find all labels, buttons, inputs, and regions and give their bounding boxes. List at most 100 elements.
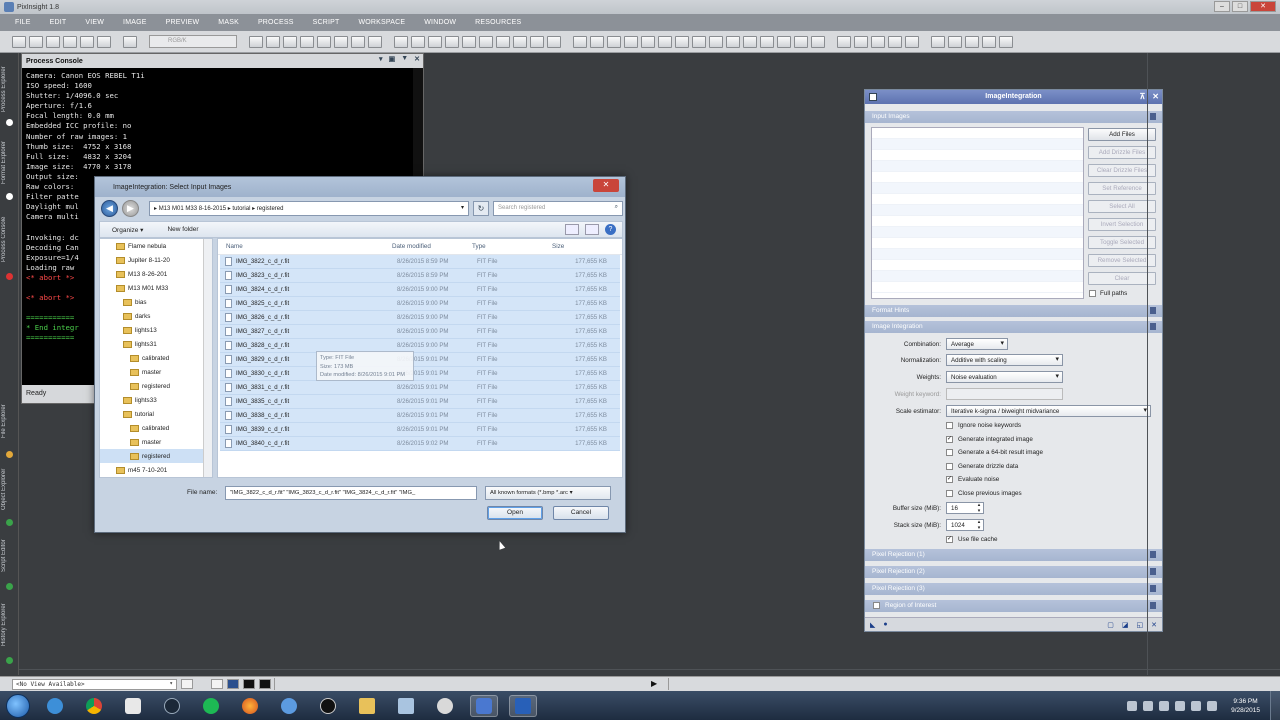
file-row[interactable]: IMG_3830_c_d_r.fit 8/26/2015 9:01 PM FIT F… xyxy=(220,367,620,381)
new-folder-button[interactable]: New folder xyxy=(167,226,198,233)
dialog-taskbar-icon[interactable] xyxy=(509,694,537,717)
zoom-out-icon[interactable] xyxy=(283,35,297,48)
menu-process[interactable]: PROCESS xyxy=(258,19,313,26)
file-row[interactable]: IMG_3828_c_d_r.fit 8/26/2015 9:00 PM FIT F… xyxy=(220,339,620,353)
file-row[interactable]: IMG_3829_c_d_r.fit 8/26/2015 9:01 PM FIT F… xyxy=(220,353,620,367)
organize-button[interactable]: Organize ▾ xyxy=(112,226,143,234)
full-paths-checkbox[interactable] xyxy=(1089,290,1096,297)
tree-item[interactable]: bias xyxy=(100,295,212,309)
mask-5-icon[interactable] xyxy=(641,35,655,48)
tab-process-explorer[interactable]: Process Explorer xyxy=(1,59,18,119)
mask-12-icon[interactable] xyxy=(760,35,774,48)
tree-item[interactable]: lights13 xyxy=(100,323,212,337)
zoom-in-icon[interactable] xyxy=(266,35,280,48)
section-toggle-icon[interactable] xyxy=(1150,323,1156,330)
section-toggle-icon[interactable] xyxy=(1150,551,1156,558)
internet-explorer-icon[interactable] xyxy=(41,695,69,717)
file-row[interactable]: IMG_3825_c_d_r.fit 8/26/2015 9:00 PM FIT F… xyxy=(220,297,620,311)
stack-size-spinbox[interactable]: 1024 xyxy=(946,519,984,531)
app-power-icon[interactable] xyxy=(431,695,459,717)
section-format-hints[interactable]: Format Hints xyxy=(865,305,1162,317)
file-row[interactable]: IMG_3823_c_d_r.fit 8/26/2015 8:59 PM FIT F… xyxy=(220,269,620,283)
full-screen-icon[interactable] xyxy=(547,35,561,48)
tab-script-editor[interactable]: Script Editor xyxy=(1,531,18,581)
menu-file[interactable]: FILE xyxy=(15,19,50,26)
zoom-fit-icon[interactable] xyxy=(428,35,442,48)
tray-app-icon[interactable] xyxy=(1143,700,1154,711)
file-row[interactable]: IMG_3831_c_d_r.fit 8/26/2015 9:01 PM FIT F… xyxy=(220,381,620,395)
menu-workspace[interactable]: WORKSPACE xyxy=(358,19,424,26)
file-row[interactable]: IMG_3826_c_d_r.fit 8/26/2015 9:00 PM FIT F… xyxy=(220,311,620,325)
view-mode-3-icon[interactable] xyxy=(243,679,255,689)
zoom-minus-icon[interactable] xyxy=(411,35,425,48)
invert-selection-button[interactable]: Invert Selection xyxy=(1088,218,1156,231)
file-row[interactable]: IMG_3838_c_d_r.fit 8/26/2015 9:01 PM FIT F… xyxy=(220,409,620,423)
help-icon[interactable]: ? xyxy=(605,224,616,235)
tree-item[interactable]: Jupiter 8-11-20 xyxy=(100,253,212,267)
mask-7-icon[interactable] xyxy=(675,35,689,48)
tree-item[interactable]: tutorial xyxy=(100,407,212,421)
screen-1-icon[interactable] xyxy=(931,35,945,48)
preview-pane-icon[interactable] xyxy=(585,224,599,235)
refresh-button[interactable]: ↻ xyxy=(473,200,489,216)
chrome-icon[interactable] xyxy=(80,695,108,717)
toggle-selected-button[interactable]: Toggle Selected xyxy=(1088,236,1156,249)
zoom-icon[interactable] xyxy=(394,35,408,48)
tree-item[interactable]: master xyxy=(100,435,212,449)
screen-3-icon[interactable] xyxy=(965,35,979,48)
undo-all-icon[interactable] xyxy=(46,35,60,48)
address-dropdown-icon[interactable]: ▾ xyxy=(461,204,464,211)
clock[interactable]: 9:36 PM 9/28/2015 xyxy=(1231,697,1260,715)
close-button[interactable]: ✕ xyxy=(1250,1,1276,12)
file-explorer-icon[interactable] xyxy=(353,695,381,717)
panel-close-icon[interactable]: ✕ xyxy=(1152,90,1159,104)
tree-item[interactable]: darks xyxy=(100,309,212,323)
add-files-button[interactable]: Add Files xyxy=(1088,128,1156,141)
mask-6-icon[interactable] xyxy=(658,35,672,48)
screen-2-icon[interactable] xyxy=(948,35,962,48)
media-player-icon[interactable] xyxy=(119,695,147,717)
redo-icon[interactable] xyxy=(29,35,43,48)
zoom-2-icon[interactable] xyxy=(462,35,476,48)
section-pixel-rejection-2[interactable]: Pixel Rejection (2) xyxy=(865,566,1162,578)
redo-all-icon[interactable] xyxy=(63,35,77,48)
tray-app-icon[interactable] xyxy=(1159,700,1170,711)
option-checkbox[interactable]: ✓ xyxy=(946,476,953,483)
file-row[interactable]: IMG_3839_c_d_r.fit 8/26/2015 9:01 PM FIT F… xyxy=(220,423,620,437)
select-all-button[interactable]: Select All xyxy=(1088,200,1156,213)
reset-icon[interactable]: ✕ xyxy=(1151,621,1157,629)
color-mode-icon[interactable] xyxy=(123,35,137,48)
close-panel-icon[interactable]: ✕ xyxy=(414,55,420,63)
stf-1-icon[interactable] xyxy=(837,35,851,48)
section-toggle-icon[interactable] xyxy=(1150,585,1156,592)
clear-button[interactable]: Clear xyxy=(1088,272,1156,285)
app-dark-icon[interactable] xyxy=(314,695,342,717)
file-row[interactable]: IMG_3824_c_d_r.fit 8/26/2015 9:00 PM FIT F… xyxy=(220,283,620,297)
file-row[interactable]: IMG_3840_c_d_r.fit 8/26/2015 9:02 PM FIT F… xyxy=(220,437,620,451)
view-selector[interactable]: <No View Available> ▾ xyxy=(12,678,177,690)
file-row[interactable]: IMG_3827_c_d_r.fit 8/26/2015 9:00 PM FIT F… xyxy=(220,325,620,339)
screen-4-icon[interactable] xyxy=(982,35,996,48)
view-options-icon[interactable] xyxy=(565,224,579,235)
breadcrumb-part[interactable]: tutorial xyxy=(232,206,250,212)
mask-15-icon[interactable] xyxy=(811,35,825,48)
menu-resources[interactable]: RESOURCES xyxy=(475,19,540,26)
open-button[interactable]: Open xyxy=(487,506,543,520)
pixinsight-taskbar-icon[interactable] xyxy=(470,694,498,717)
view-mode-2-icon[interactable] xyxy=(227,679,239,689)
channel-combo[interactable]: RGB/K xyxy=(149,35,237,48)
weights-select[interactable]: Noise evaluation xyxy=(946,371,1063,383)
mask-14-icon[interactable] xyxy=(794,35,808,48)
menu-window[interactable]: WINDOW xyxy=(424,19,475,26)
column-name[interactable]: Name xyxy=(218,243,392,250)
zoom-1-icon[interactable] xyxy=(445,35,459,48)
combination-select[interactable]: Average xyxy=(946,338,1008,350)
zoom-3-icon[interactable] xyxy=(479,35,493,48)
option-checkbox[interactable]: ✓ xyxy=(946,435,953,443)
tab-format-explorer[interactable]: Format Explorer xyxy=(1,133,18,191)
panel-menu-icon[interactable] xyxy=(869,93,877,101)
view-mode-1-icon[interactable] xyxy=(211,679,223,689)
file-type-filter[interactable]: All known formats (*.bmp *.arc ▾ xyxy=(485,486,611,500)
tray-app-icon[interactable] xyxy=(1175,700,1186,711)
back-arrow-icon[interactable]: ◀ xyxy=(101,199,118,217)
